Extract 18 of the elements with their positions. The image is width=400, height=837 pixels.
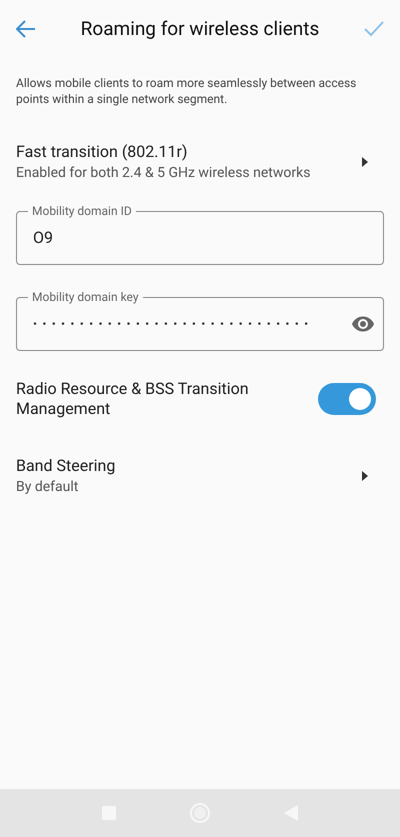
field-label: Mobility domain key [28,289,143,305]
toggle-switch[interactable] [318,383,376,415]
setting-subtitle: By default [16,478,80,497]
setting-subtitle: Enabled for both 2.4 & 5 GHz wireless networks [16,164,312,183]
caret-icon [362,471,368,481]
setting-title: Radio Resource & BSS Transition Management [16,379,250,419]
check-icon[interactable] [364,21,384,37]
page-title: Roaming for wireless clients [80,16,320,42]
setting-title: Fast transition (802.11r) [16,141,188,163]
description: Allows mobile clients to roam more seamlessly between access points within a single network segment. [15,75,358,108]
setting-title: Band Steering [16,455,116,477]
setting-row[interactable]: Band Steering By default [0,455,400,517]
caret-icon [362,157,368,167]
setting-row[interactable]: Fast transition (802.11r) Enabled for both 2.4 & 5 GHz wireless networks [0,141,400,203]
field-value: O9 [33,227,54,249]
field-value: •••••••••••••••••••••••••••••• [33,316,314,333]
field-label: Mobility domain ID [28,203,136,219]
back-icon[interactable] [16,20,36,38]
